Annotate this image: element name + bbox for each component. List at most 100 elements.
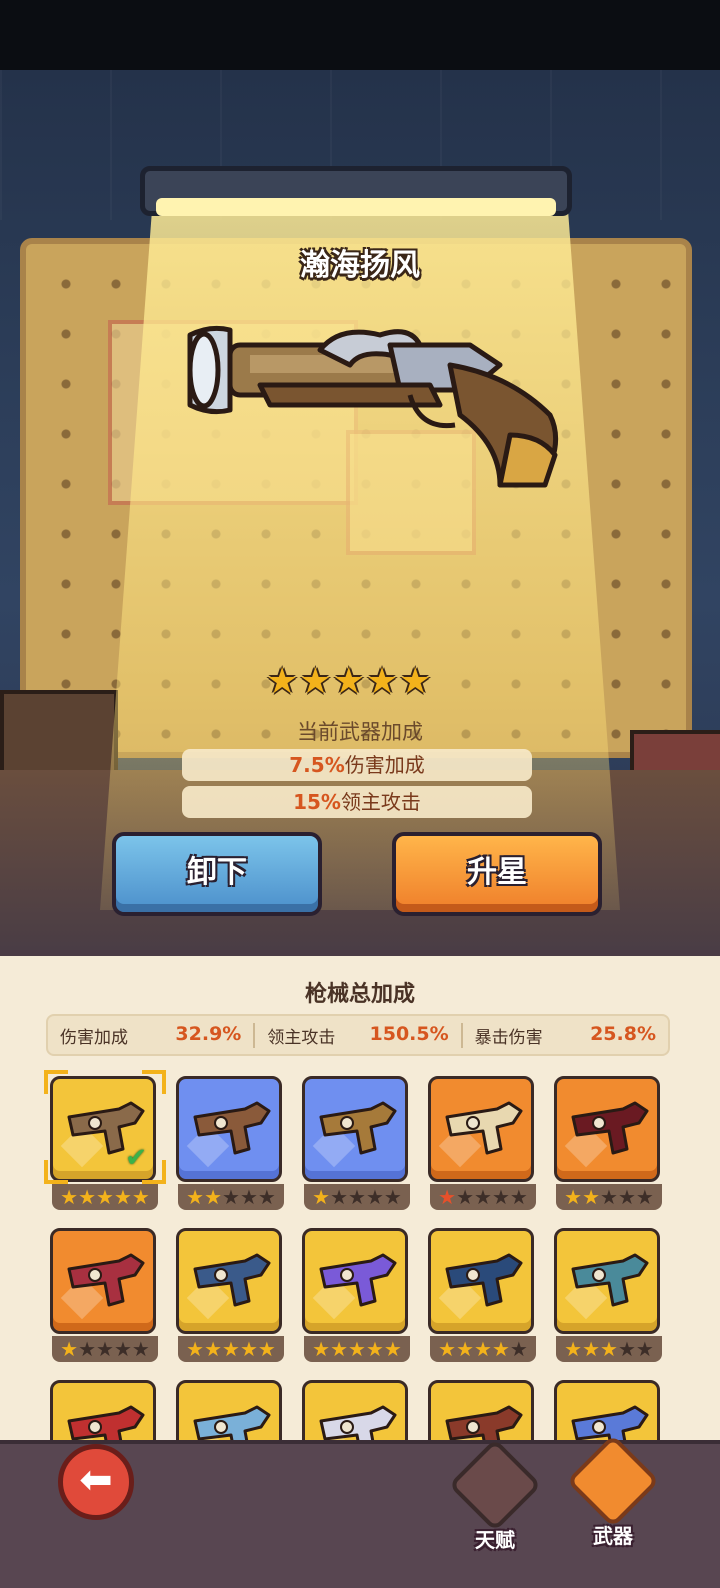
star-icon: ★ [564, 1337, 583, 1361]
talent-icon [448, 1438, 542, 1532]
crossbow-pistol-icon [193, 1101, 271, 1155]
weapon-slot[interactable]: ★★★★★ [554, 1228, 664, 1362]
weapon-card[interactable] [554, 1228, 660, 1334]
bonus-row-lord-attack: 15%领主攻击 [182, 786, 532, 818]
upgrade-star-button[interactable]: 升星 [392, 832, 602, 916]
weapon-star-rating: ★★★★★ [304, 1336, 410, 1362]
weapon-card[interactable] [302, 1076, 408, 1182]
star-icon: ★ [491, 1185, 510, 1209]
star-icon: ★ [564, 1185, 583, 1209]
star-icon: ★ [113, 1337, 132, 1361]
star-icon: ★ [131, 1337, 150, 1361]
candy-launcher-icon [193, 1253, 271, 1307]
weapon-tab-icon [566, 1434, 660, 1528]
bone-cannon-icon [445, 1101, 523, 1155]
star-icon: ★ [204, 1185, 223, 1209]
weapon-star-rating: ★★★★★ [52, 1184, 158, 1210]
weapon-slot[interactable]: ★★★★★ [554, 1076, 664, 1210]
star-icon: ★ [204, 1337, 223, 1361]
star-icon: ★ [582, 1337, 601, 1361]
weapon-star-rating: ★★★★★ [556, 1336, 662, 1362]
star-icon: ★ [617, 1337, 636, 1361]
star-icon: ★ [257, 1185, 276, 1209]
stat-damage-bonus: 伤害加成 32.9% [48, 1022, 256, 1048]
star-icon: ★ [438, 1337, 457, 1361]
weapon-star-rating: ★★★★★ [52, 1336, 158, 1362]
total-bonus-stats: 伤害加成 32.9% 领主攻击 150.5% 暴击伤害 25.8% [46, 1014, 670, 1056]
star-icon: ★ [491, 1337, 510, 1361]
star-icon: ★ [617, 1185, 636, 1209]
star-icon: ★ [456, 1337, 475, 1361]
weapon-star-rating: ★★★★★ [304, 1184, 410, 1210]
star-icon: ★ [348, 1185, 366, 1209]
weapon-star-rating: ★★★★★ [178, 1336, 284, 1362]
weapon-slot[interactable]: ★★★★★ [428, 1228, 538, 1362]
star-icon: ★ [222, 1185, 240, 1209]
star-icon: ★ [78, 1337, 97, 1361]
weapon-slot[interactable]: ★★★★★ [50, 1228, 160, 1362]
weapon-slot[interactable]: ★★★★★ [176, 1228, 286, 1362]
back-arrow-icon[interactable]: ⬅ [58, 1444, 134, 1520]
stat-crit-damage: 暴击伤害 25.8% [474, 1022, 656, 1048]
tab-weapon[interactable]: 武器 [566, 1434, 660, 1549]
star-icon: ★ [60, 1337, 79, 1361]
selection-corner [44, 1160, 68, 1184]
weapon-slot[interactable]: ★★★★★ [302, 1228, 412, 1362]
weapon-name: 瀚海扬风 [300, 248, 420, 283]
weapon-slot[interactable]: ★★★★★ [428, 1076, 538, 1210]
weapon-star-rating: ★ ★ ★ ★ ★ [266, 662, 431, 702]
star-icon: ★ [365, 1337, 384, 1361]
weapon-star-rating: ★★★★★ [430, 1184, 536, 1210]
star-icon: ★ [330, 1185, 349, 1209]
star-icon: ★ [113, 1185, 132, 1209]
tab-talent[interactable]: 天赋 [448, 1438, 542, 1553]
stat-lord-attack: 领主攻击 150.5% [255, 1022, 463, 1048]
star-icon: ★ [60, 1185, 79, 1209]
weapon-star-rating: ★★★★★ [556, 1184, 662, 1210]
star-icon: ★ [257, 1337, 276, 1361]
weapon-card[interactable] [50, 1228, 156, 1334]
weapon-card[interactable] [302, 1228, 408, 1334]
star-icon: ★ [438, 1185, 457, 1209]
star-icon: ★ [312, 1185, 331, 1209]
bonus-heading: 当前武器加成 [297, 720, 423, 744]
lamp-bulb [156, 198, 556, 216]
star-icon: ★ [474, 1337, 492, 1361]
weapon-card[interactable] [428, 1228, 534, 1334]
key-blaster-icon [319, 1101, 397, 1155]
star-icon: ★ [266, 661, 299, 702]
bonus-row-damage: 7.5%伤害加成 [182, 749, 532, 781]
star-icon: ★ [509, 1185, 528, 1209]
weapon-slot[interactable]: ★★★★★ [302, 1076, 412, 1210]
star-icon: ★ [365, 1185, 384, 1209]
selection-corner [142, 1160, 166, 1184]
weapon-card[interactable] [428, 1076, 534, 1182]
weapon-card[interactable] [176, 1228, 282, 1334]
star-icon: ★ [383, 1185, 402, 1209]
star-icon: ★ [383, 1337, 402, 1361]
star-icon: ★ [365, 661, 399, 702]
star-icon: ★ [600, 1185, 618, 1209]
weapon-card[interactable] [554, 1076, 660, 1182]
star-icon: ★ [509, 1337, 528, 1361]
star-icon: ★ [239, 1337, 258, 1361]
weapon-slot[interactable]: ✔ ★ ★ ★ ★ ★ [44, 1070, 166, 1210]
panel-title: 枪械总加成 [304, 982, 415, 1007]
dragon-shotgun-icon [67, 1253, 145, 1307]
unequip-button[interactable]: 卸下 [112, 832, 322, 916]
star-icon: ★ [348, 1337, 366, 1361]
crystal-blaster-icon [319, 1253, 397, 1307]
star-icon: ★ [330, 1337, 349, 1361]
demon-rifle-icon [571, 1101, 649, 1155]
weapon-card[interactable] [176, 1076, 282, 1182]
weapons-panel: 枪械总加成 伤害加成 32.9% 领主攻击 150.5% 暴击伤害 25.8% ✔ ★ ★… [0, 950, 720, 1514]
star-icon: ★ [332, 661, 365, 702]
wrench-gun-icon [571, 1253, 649, 1307]
selection-corner [44, 1070, 68, 1094]
star-icon: ★ [399, 661, 432, 702]
star-icon: ★ [186, 1185, 205, 1209]
weapon-slot[interactable]: ★★★★★ [176, 1076, 286, 1210]
star-icon: ★ [78, 1185, 97, 1209]
star-icon: ★ [222, 1337, 240, 1361]
star-icon: ★ [131, 1185, 150, 1209]
